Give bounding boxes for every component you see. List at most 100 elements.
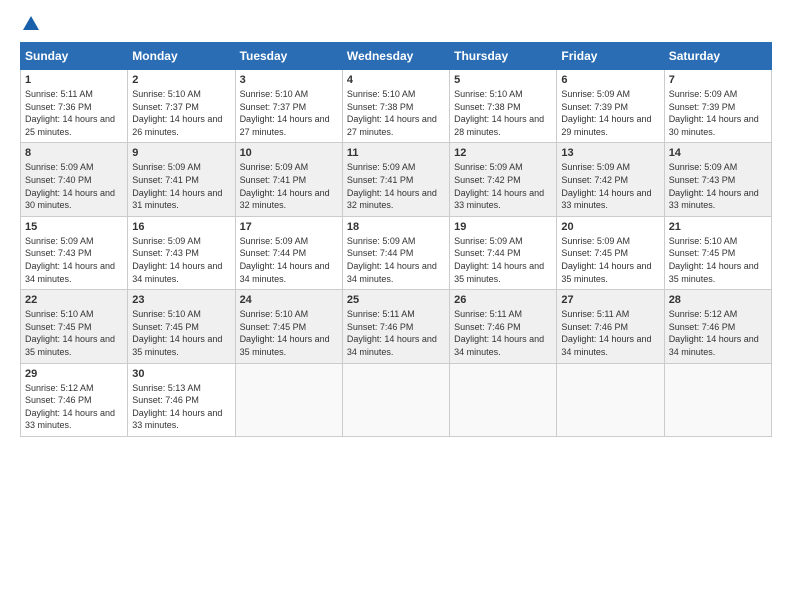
day-cell: 16 Sunrise: 5:09 AMSunset: 7:43 PMDayligh… [128, 216, 235, 289]
day-info: Sunrise: 5:09 AMSunset: 7:42 PMDaylight:… [561, 161, 659, 211]
day-info: Sunrise: 5:09 AMSunset: 7:44 PMDaylight:… [240, 235, 338, 285]
day-number: 26 [454, 294, 552, 306]
day-cell: 20 Sunrise: 5:09 AMSunset: 7:45 PMDayligh… [557, 216, 664, 289]
day-info: Sunrise: 5:10 AMSunset: 7:45 PMDaylight:… [25, 308, 123, 358]
day-cell: 26 Sunrise: 5:11 AMSunset: 7:46 PMDayligh… [450, 290, 557, 363]
day-cell: 21 Sunrise: 5:10 AMSunset: 7:45 PMDayligh… [664, 216, 771, 289]
day-info: Sunrise: 5:09 AMSunset: 7:44 PMDaylight:… [454, 235, 552, 285]
day-number: 12 [454, 147, 552, 159]
col-header-friday: Friday [557, 43, 664, 70]
day-number: 30 [132, 368, 230, 380]
day-info: Sunrise: 5:10 AMSunset: 7:37 PMDaylight:… [132, 88, 230, 138]
day-cell [342, 363, 449, 436]
day-number: 15 [25, 221, 123, 233]
day-number: 14 [669, 147, 767, 159]
day-cell: 7 Sunrise: 5:09 AMSunset: 7:39 PMDaylight… [664, 70, 771, 143]
day-info: Sunrise: 5:11 AMSunset: 7:46 PMDaylight:… [561, 308, 659, 358]
col-header-monday: Monday [128, 43, 235, 70]
day-info: Sunrise: 5:11 AMSunset: 7:46 PMDaylight:… [454, 308, 552, 358]
day-number: 7 [669, 74, 767, 86]
logo-triangle-icon [23, 16, 39, 30]
day-number: 10 [240, 147, 338, 159]
day-cell: 28 Sunrise: 5:12 AMSunset: 7:46 PMDayligh… [664, 290, 771, 363]
day-info: Sunrise: 5:10 AMSunset: 7:45 PMDaylight:… [240, 308, 338, 358]
day-info: Sunrise: 5:09 AMSunset: 7:39 PMDaylight:… [669, 88, 767, 138]
day-number: 27 [561, 294, 659, 306]
day-info: Sunrise: 5:09 AMSunset: 7:45 PMDaylight:… [561, 235, 659, 285]
day-cell [450, 363, 557, 436]
week-row-5: 29Sunrise: 5:12 AMSunset: 7:46 PMDayligh… [21, 363, 772, 436]
header [20, 16, 772, 32]
day-cell: 17 Sunrise: 5:09 AMSunset: 7:44 PMDayligh… [235, 216, 342, 289]
day-number: 9 [132, 147, 230, 159]
day-number: 21 [669, 221, 767, 233]
day-cell [664, 363, 771, 436]
day-number: 18 [347, 221, 445, 233]
day-cell: 6 Sunrise: 5:09 AMSunset: 7:39 PMDaylight… [557, 70, 664, 143]
day-info: Sunrise: 5:09 AMSunset: 7:42 PMDaylight:… [454, 161, 552, 211]
day-number: 28 [669, 294, 767, 306]
day-number: 24 [240, 294, 338, 306]
day-cell: 1 Sunrise: 5:11 AMSunset: 7:36 PMDaylight… [21, 70, 128, 143]
col-header-wednesday: Wednesday [342, 43, 449, 70]
day-cell: 25 Sunrise: 5:11 AMSunset: 7:46 PMDayligh… [342, 290, 449, 363]
day-cell: 24 Sunrise: 5:10 AMSunset: 7:45 PMDayligh… [235, 290, 342, 363]
day-number: 11 [347, 147, 445, 159]
day-cell: 30 Sunrise: 5:13 AMSunset: 7:46 PMDayligh… [128, 363, 235, 436]
day-info: Sunrise: 5:09 AMSunset: 7:43 PMDaylight:… [669, 161, 767, 211]
day-number: 23 [132, 294, 230, 306]
day-cell: 10 Sunrise: 5:09 AMSunset: 7:41 PMDayligh… [235, 143, 342, 216]
day-cell: 9 Sunrise: 5:09 AMSunset: 7:41 PMDaylight… [128, 143, 235, 216]
day-cell: 23 Sunrise: 5:10 AMSunset: 7:45 PMDayligh… [128, 290, 235, 363]
day-number: 6 [561, 74, 659, 86]
day-cell: 15 Sunrise: 5:09 AMSunset: 7:43 PMDayligh… [21, 216, 128, 289]
day-cell: 14 Sunrise: 5:09 AMSunset: 7:43 PMDayligh… [664, 143, 771, 216]
day-info: Sunrise: 5:09 AMSunset: 7:41 PMDaylight:… [240, 161, 338, 211]
day-number: 8 [25, 147, 123, 159]
week-row-4: 22 Sunrise: 5:10 AMSunset: 7:45 PMDayligh… [21, 290, 772, 363]
day-cell: 12 Sunrise: 5:09 AMSunset: 7:42 PMDayligh… [450, 143, 557, 216]
day-cell: 2 Sunrise: 5:10 AMSunset: 7:37 PMDaylight… [128, 70, 235, 143]
day-info: Sunrise: 5:09 AMSunset: 7:39 PMDaylight:… [561, 88, 659, 138]
day-number: 29 [25, 368, 123, 380]
day-info: Sunrise: 5:09 AMSunset: 7:41 PMDaylight:… [132, 161, 230, 211]
day-cell: 29Sunrise: 5:12 AMSunset: 7:46 PMDayligh… [21, 363, 128, 436]
page: SundayMondayTuesdayWednesdayThursdayFrid… [0, 0, 792, 612]
col-header-thursday: Thursday [450, 43, 557, 70]
week-row-3: 15 Sunrise: 5:09 AMSunset: 7:43 PMDayligh… [21, 216, 772, 289]
day-number: 3 [240, 74, 338, 86]
col-header-sunday: Sunday [21, 43, 128, 70]
day-number: 4 [347, 74, 445, 86]
week-row-2: 8 Sunrise: 5:09 AMSunset: 7:40 PMDaylight… [21, 143, 772, 216]
day-info: Sunrise: 5:09 AMSunset: 7:43 PMDaylight:… [132, 235, 230, 285]
day-info: Sunrise: 5:10 AMSunset: 7:38 PMDaylight:… [454, 88, 552, 138]
day-number: 25 [347, 294, 445, 306]
day-info: Sunrise: 5:12 AMSunset: 7:46 PMDaylight:… [669, 308, 767, 358]
day-number: 17 [240, 221, 338, 233]
day-number: 2 [132, 74, 230, 86]
day-cell [557, 363, 664, 436]
day-number: 22 [25, 294, 123, 306]
day-number: 16 [132, 221, 230, 233]
day-number: 19 [454, 221, 552, 233]
day-info: Sunrise: 5:09 AMSunset: 7:43 PMDaylight:… [25, 235, 123, 285]
day-cell: 8 Sunrise: 5:09 AMSunset: 7:40 PMDaylight… [21, 143, 128, 216]
day-info: Sunrise: 5:09 AMSunset: 7:40 PMDaylight:… [25, 161, 123, 211]
day-number: 1 [25, 74, 123, 86]
day-info: Sunrise: 5:09 AMSunset: 7:44 PMDaylight:… [347, 235, 445, 285]
day-cell: 18 Sunrise: 5:09 AMSunset: 7:44 PMDayligh… [342, 216, 449, 289]
day-cell: 4Sunrise: 5:10 AMSunset: 7:38 PMDaylight… [342, 70, 449, 143]
logo-text [20, 16, 39, 32]
day-info: Sunrise: 5:10 AMSunset: 7:45 PMDaylight:… [669, 235, 767, 285]
col-header-saturday: Saturday [664, 43, 771, 70]
day-info: Sunrise: 5:11 AMSunset: 7:36 PMDaylight:… [25, 88, 123, 138]
day-number: 13 [561, 147, 659, 159]
day-number: 20 [561, 221, 659, 233]
day-info: Sunrise: 5:11 AMSunset: 7:46 PMDaylight:… [347, 308, 445, 358]
day-cell [235, 363, 342, 436]
day-info: Sunrise: 5:10 AMSunset: 7:45 PMDaylight:… [132, 308, 230, 358]
day-cell: 22 Sunrise: 5:10 AMSunset: 7:45 PMDayligh… [21, 290, 128, 363]
col-header-tuesday: Tuesday [235, 43, 342, 70]
day-info: Sunrise: 5:13 AMSunset: 7:46 PMDaylight:… [132, 382, 230, 432]
calendar-table: SundayMondayTuesdayWednesdayThursdayFrid… [20, 42, 772, 437]
